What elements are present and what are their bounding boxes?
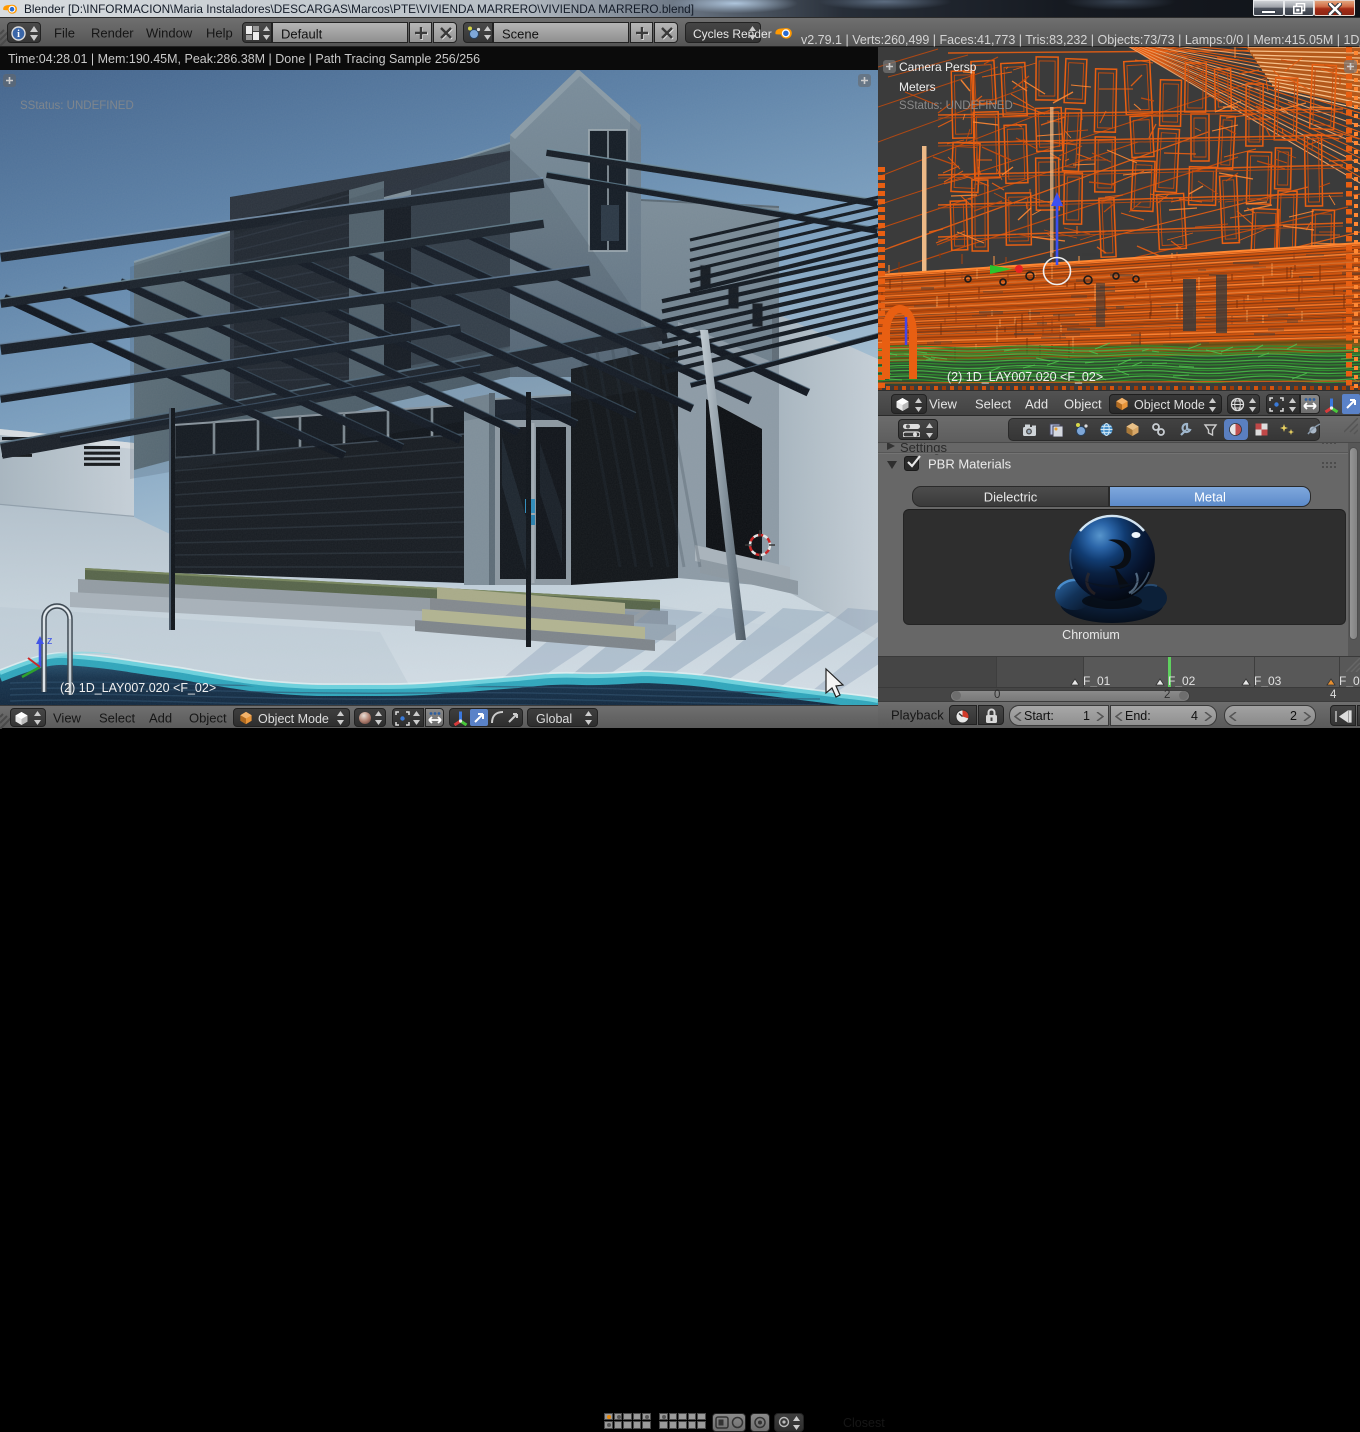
svg-text:Time:04:28.01 | Mem:190.45M, P: Time:04:28.01 | Mem:190.45M, Peak:286.38…	[8, 52, 480, 66]
svg-text:Meters: Meters	[899, 80, 936, 94]
svg-text:i: i	[17, 29, 20, 40]
svg-text:Camera Persp: Camera Persp	[899, 60, 977, 74]
svg-text:(2) 1D_LAY007.020 <F_02>: (2) 1D_LAY007.020 <F_02>	[947, 370, 1103, 384]
svg-text:(2) 1D_LAY007.020 <F_02>: (2) 1D_LAY007.020 <F_02>	[60, 681, 216, 695]
svg-text:SStatus: UNDEFINED: SStatus: UNDEFINED	[20, 100, 134, 112]
svg-text:SStatus: UNDEFINED: SStatus: UNDEFINED	[899, 100, 1013, 112]
